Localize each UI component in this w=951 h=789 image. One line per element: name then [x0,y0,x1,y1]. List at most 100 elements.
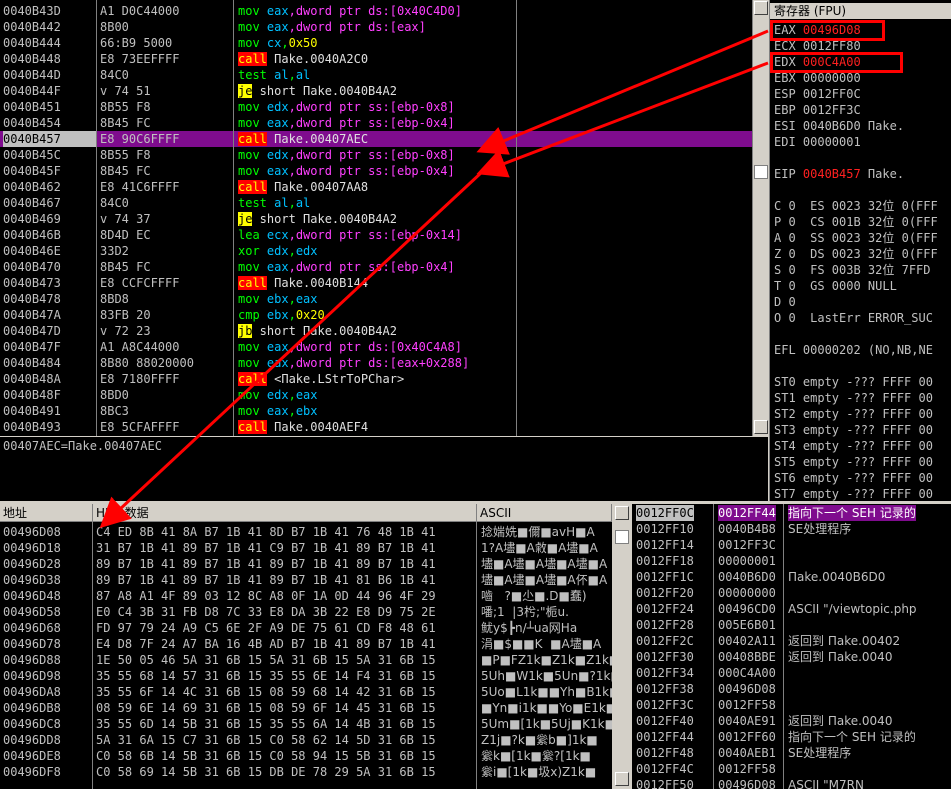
disasm-row[interactable]: 0040B48A E8 7180FFFF call <Пake.LStrToPCha… [0,371,752,387]
stack-pane[interactable]: 0012FF0C 0012FF44 指向下一个 SEH 记录的 0012FF10 004… [632,504,951,789]
stack-row[interactable]: 0012FF4C 0012FF58 [632,761,951,777]
dump-scrollbar[interactable] [612,504,632,789]
stack-row[interactable]: 0012FF34 000C4A00 [632,665,951,681]
disasm-bytes: 8B55 F8 [100,100,151,114]
disasm-row[interactable]: 0040B44F v 74 51 je short Пake.0040B4A2 [0,83,752,99]
stack-row[interactable]: 0012FF20 00000000 [632,585,951,601]
stack-row[interactable]: 0012FF38 00496D08 [632,681,951,697]
dump-header-ascii[interactable]: ASCII [477,504,612,522]
stack-row[interactable]: 0012FF40 0040AE91 返回到 Пake.0040 [632,713,951,729]
stack-address: 0012FF2C [636,634,694,648]
disasm-row[interactable]: 0040B46E 33D2 xor edx,edx [0,243,752,259]
register-row[interactable]: S 0 FS 003B 32位 7FFD [774,262,931,278]
disasm-row[interactable]: 0040B491 8BC3 mov eax,ebx [0,403,752,419]
register-row[interactable]: ST1 empty -??? FFFF 00 [774,390,933,406]
disasm-instruction: mov eax,dword ptr ds:[0x40C4D0] [238,4,462,18]
disasm-address: 0040B47A [3,308,61,322]
disasm-row[interactable]: 0040B473 E8 CCFCFFFF call Пake.0040B144 [0,275,752,291]
disasm-address: 0040B46B [3,228,61,242]
disasm-instruction: call Пake.00407AA8 [238,180,369,194]
disasm-row[interactable]: 0040B47D v 72 23 jb short Пake.0040B4A2 [0,323,752,339]
register-row[interactable]: ESP 0012FF0C [774,86,861,102]
register-row[interactable]: O 0 LastErr ERROR_SUC [774,310,933,326]
memory-dump-pane[interactable]: 地址 HEX 数据 ASCII 00496D08 C4 ED 8B 41 8A B… [0,504,612,789]
disasm-instruction: mov eax,dword ptr ss:[ebp-0x4] [238,164,455,178]
scroll-thumb[interactable] [615,530,629,544]
disasm-row[interactable]: 0040B444 66:B9 5000 mov cx,0x50 [0,35,752,51]
disasm-row[interactable]: 0040B448 E8 73EEFFFF call Пake.0040A2C0 [0,51,752,67]
disassembly-pane[interactable]: 0040B43D A1 D0C44000 mov eax,dword ptr ds:… [0,0,752,436]
disasm-row[interactable]: 0040B478 8BD8 mov ebx,eax [0,291,752,307]
register-row[interactable]: T 0 GS 0000 NULL [774,278,897,294]
stack-row[interactable]: 0012FF18 00000001 [632,553,951,569]
stack-row[interactable]: 0012FF28 005E6B01 [632,617,951,633]
disasm-row[interactable]: 0040B493 E8 5CFAFFFF call Пake.0040AEF4 [0,419,752,435]
stack-row[interactable]: 0012FF0C 0012FF44 指向下一个 SEH 记录的 [632,505,951,521]
register-row[interactable]: D 0 [774,294,796,310]
stack-row[interactable]: 0012FF50 00496D08 ASCII "M7RN [632,777,951,789]
register-row[interactable]: C 0 ES 0023 32位 0(FFF [774,198,938,214]
register-row[interactable]: EDI 00000001 [774,134,861,150]
register-row[interactable]: ST3 empty -??? FFFF 00 [774,422,933,438]
register-row[interactable]: ST6 empty -??? FFFF 00 [774,470,933,486]
info-line: 00407AEC=Пake.00407AEC [3,439,162,453]
stack-row[interactable]: 0012FF44 0012FF60 指向下一个 SEH 记录的 [632,729,951,745]
register-row[interactable]: ST7 empty -??? FFFF 00 [774,486,933,502]
disasm-row[interactable]: 0040B47A 83FB 20 cmp ebx,0x20 [0,307,752,323]
registers-title[interactable]: 寄存器 (FPU) [770,3,951,19]
disasm-row[interactable]: 0040B470 8B45 FC mov eax,dword ptr ss:[ebp… [0,259,752,275]
register-row[interactable]: ST2 empty -??? FFFF 00 [774,406,933,422]
scroll-thumb[interactable] [754,165,768,179]
stack-row[interactable]: 0012FF1C 0040B6D0 Пake.0040B6D0 [632,569,951,585]
disasm-row[interactable]: 0040B484 8B80 88020000 mov eax,dword ptr d… [0,355,752,371]
scroll-down-button[interactable] [754,420,768,434]
stack-row[interactable]: 0012FF3C 0012FF58 [632,697,951,713]
disasm-row[interactable]: 0040B48F 8BD0 mov edx,eax [0,387,752,403]
disasm-instruction: mov eax,dword ptr ds:[eax] [238,20,426,34]
disasm-row[interactable]: 0040B45F 8B45 FC mov eax,dword ptr ss:[ebp… [0,163,752,179]
column-divider [783,504,784,789]
disasm-bytes: 8B45 FC [100,260,151,274]
register-row[interactable]: Z 0 DS 0023 32位 0(FFF [774,246,938,262]
disasm-row[interactable]: 0040B44D 84C0 test al,al [0,67,752,83]
register-row[interactable]: EFL 00000202 (NO,NB,NE [774,342,933,358]
register-row[interactable]: ST0 empty -??? FFFF 00 [774,374,933,390]
dump-header-address[interactable]: 地址 [0,504,93,522]
disasm-row[interactable]: 0040B462 E8 41C6FFFF call Пake.00407AA8 [0,179,752,195]
register-row[interactable]: EIP 0040B457 Пake. [774,166,904,182]
dump-hex: 5A 31 6A 15 C7 31 6B 15 C0 58 62 14 5D 3… [96,733,436,747]
disasm-row[interactable]: 0040B43D A1 D0C44000 mov eax,dword ptr ds:… [0,3,752,19]
register-row[interactable]: ESI 0040B6D0 Пake. [774,118,904,134]
register-row[interactable]: ST5 empty -??? FFFF 00 [774,454,933,470]
disasm-row[interactable]: 0040B451 8B55 F8 mov edx,dword ptr ss:[ebp… [0,99,752,115]
stack-row[interactable]: 0012FF14 0012FF3C [632,537,951,553]
stack-row[interactable]: 0012FF30 00408BBE 返回到 Пake.0040 [632,649,951,665]
disasm-row[interactable]: 0040B469 v 74 37 je short Пake.0040B4A2 [0,211,752,227]
register-row[interactable]: EBP 0012FF3C [774,102,861,118]
disasm-row[interactable]: 0040B45C 8B55 F8 mov edx,dword ptr ss:[ebp… [0,147,752,163]
disasm-row[interactable]: 0040B442 8B00 mov eax,dword ptr ds:[eax] [0,19,752,35]
disassembly-scrollbar[interactable] [752,0,770,436]
disasm-address: 0040B46E [3,244,61,258]
scroll-up-button[interactable] [754,1,768,15]
scroll-down-button[interactable] [615,772,629,786]
stack-row[interactable]: 0012FF2C 00402A11 返回到 Пake.00402 [632,633,951,649]
disasm-row[interactable]: 0040B454 8B45 FC mov eax,dword ptr ss:[ebp… [0,115,752,131]
dump-header-hex[interactable]: HEX 数据 [93,504,477,522]
stack-row[interactable]: 0012FF24 00496CD0 ASCII "/viewtopic.php [632,601,951,617]
register-row[interactable]: ST4 empty -??? FFFF 00 [774,438,933,454]
disasm-address: 0040B491 [3,404,61,418]
disasm-row[interactable]: 0040B47F A1 A8C44000 mov eax,dword ptr ds:… [0,339,752,355]
stack-address: 0012FF24 [636,602,694,616]
registers-pane[interactable]: 寄存器 (FPU) EAX 00496D08 ECX 0012FF80 EDX 00… [769,0,951,502]
disasm-row[interactable]: 0040B457 E8 90C6FFFF call Пake.00407AEC [0,131,752,147]
dump-address: 00496DD8 [3,733,61,747]
stack-row[interactable]: 0012FF48 0040AEB1 SE处理程序 [632,745,951,761]
scroll-up-button[interactable] [615,506,629,520]
stack-row[interactable]: 0012FF10 0040B4B8 SE处理程序 [632,521,951,537]
disasm-row[interactable]: 0040B467 84C0 test al,al [0,195,752,211]
stack-comment: Пake.0040B6D0 [788,570,886,584]
disasm-row[interactable]: 0040B46B 8D4D EC lea ecx,dword ptr ss:[ebp… [0,227,752,243]
register-row[interactable]: P 0 CS 001B 32位 0(FFF [774,214,938,230]
register-row[interactable]: A 0 SS 0023 32位 0(FFF [774,230,938,246]
